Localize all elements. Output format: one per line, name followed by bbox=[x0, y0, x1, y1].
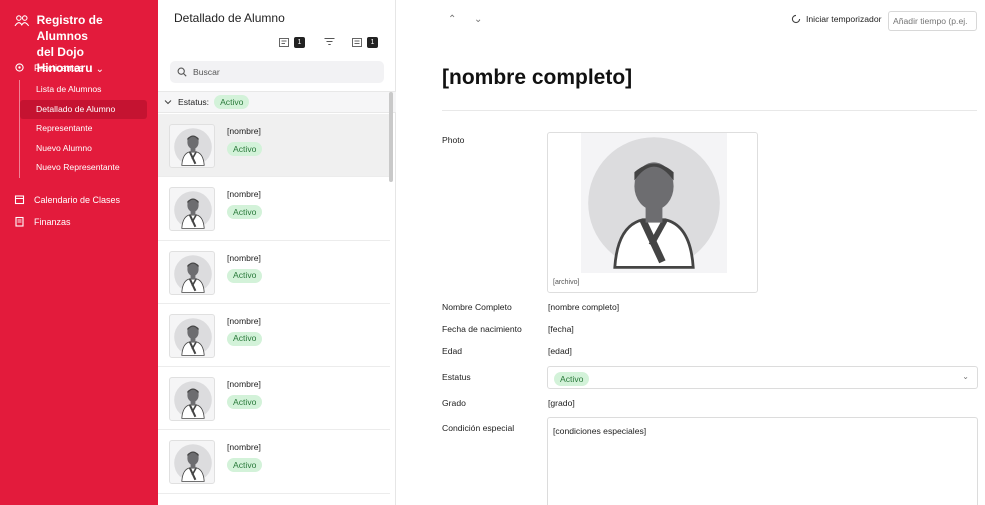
search-icon bbox=[177, 67, 187, 77]
list-item[interactable]: [nombre] Activo bbox=[158, 241, 390, 304]
fecha-value[interactable]: [fecha] bbox=[548, 324, 574, 334]
add-time-input[interactable] bbox=[888, 11, 977, 31]
status-badge: Activo bbox=[227, 268, 263, 283]
photo-file-name: [archivo] bbox=[553, 279, 580, 286]
sidebar-item-lista-alumnos[interactable]: Lista de Alumnos bbox=[20, 80, 147, 100]
avatar bbox=[169, 250, 215, 295]
group-button[interactable]: 1 bbox=[352, 37, 378, 48]
list-item[interactable]: [nombre] Activo bbox=[158, 114, 390, 178]
sort-count-badge: 1 bbox=[294, 37, 305, 48]
timer-icon bbox=[791, 14, 801, 24]
photo-field[interactable]: [archivo] bbox=[547, 132, 758, 293]
filter-count-badge: 1 bbox=[367, 37, 378, 48]
status-badge: Activo bbox=[227, 458, 263, 473]
start-timer-button[interactable]: Iniciar temporizador bbox=[791, 14, 881, 24]
status-badge: Activo bbox=[227, 205, 263, 220]
nombre-value[interactable]: [nombre completo] bbox=[548, 302, 619, 312]
record-navigation: ⌃ ⌄ bbox=[448, 14, 500, 25]
edad-label: Edad bbox=[442, 346, 463, 356]
group-icon bbox=[352, 38, 362, 47]
list-item-name: [nombre] bbox=[227, 442, 261, 453]
status-badge: Activo bbox=[227, 331, 263, 346]
list-item-name: [nombre] bbox=[227, 126, 261, 136]
sidebar: Registro de Alumnos del Dojo Hinomaru ⌄ P… bbox=[0, 0, 158, 505]
sidebar-item-nuevo-alumno[interactable]: Nuevo Alumno bbox=[20, 139, 147, 159]
avatar bbox=[169, 440, 215, 485]
list-item-name: [nombre] bbox=[227, 189, 261, 200]
sort-button[interactable]: 1 bbox=[279, 37, 305, 48]
previous-record-button[interactable]: ⌃ bbox=[448, 14, 474, 25]
search-placeholder: Buscar bbox=[193, 67, 220, 77]
filter-button[interactable] bbox=[324, 37, 335, 46]
nombre-label: Nombre Completo bbox=[442, 302, 512, 312]
chevron-down-icon bbox=[164, 100, 172, 105]
condicion-textarea[interactable]: [condiciones especiales] bbox=[547, 417, 978, 505]
condicion-value: [condiciones especiales] bbox=[553, 426, 647, 436]
list-item[interactable]: [nombre] Activo bbox=[158, 304, 390, 368]
avatar bbox=[169, 377, 215, 422]
sidebar-sub-list: Lista de Alumnos Detallado de Alumno Rep… bbox=[19, 80, 147, 178]
list-scrollbar[interactable] bbox=[389, 92, 393, 182]
calendar-icon bbox=[14, 195, 25, 205]
grado-value[interactable]: [grado] bbox=[548, 398, 575, 408]
grado-label: Grado bbox=[442, 398, 466, 408]
record-list-panel: Detallado de Alumno 1 1 Buscar Estatus: … bbox=[158, 0, 396, 505]
status-badge: Activo bbox=[554, 372, 590, 386]
sort-icon bbox=[279, 38, 289, 47]
list-item[interactable]: [nombre] Activo bbox=[158, 177, 390, 241]
filter-icon bbox=[324, 38, 335, 45]
avatar bbox=[169, 187, 215, 232]
sidebar-section-calendario[interactable]: Calendario de Clases bbox=[14, 194, 120, 205]
photo-preview bbox=[581, 133, 727, 273]
avatar bbox=[169, 124, 215, 168]
fecha-label: Fecha de nacimiento bbox=[442, 324, 522, 334]
timer-label: Iniciar temporizador bbox=[806, 14, 882, 24]
condicion-label: Condición especial bbox=[442, 423, 515, 433]
edad-value[interactable]: [edad] bbox=[548, 346, 572, 356]
sidebar-item-detallado-alumno[interactable]: Detallado de Alumno bbox=[20, 99, 147, 119]
chevron-down-icon: ⌄ bbox=[95, 64, 105, 75]
record-list: [nombre] Activo [nombre] Activo [nombre]… bbox=[158, 114, 390, 494]
sidebar-section-practicantes[interactable]: Practicantes bbox=[14, 62, 84, 73]
estatus-label: Estatus bbox=[442, 372, 471, 382]
list-item-name: [nombre] bbox=[227, 315, 261, 326]
estatus-select[interactable]: Activo ⌄ bbox=[547, 366, 978, 389]
record-title: [nombre completo] bbox=[442, 66, 633, 89]
list-item[interactable]: [nombre] Activo bbox=[158, 430, 390, 494]
document-icon bbox=[15, 216, 24, 227]
people-icon bbox=[14, 15, 30, 27]
group-header[interactable]: Estatus: Activo bbox=[158, 91, 396, 113]
status-badge: Activo bbox=[227, 395, 263, 410]
group-status-badge: Activo bbox=[214, 95, 250, 109]
sidebar-section-finanzas[interactable]: Finanzas bbox=[14, 216, 71, 227]
next-record-button[interactable]: ⌄ bbox=[474, 14, 500, 25]
list-item-name: [nombre] bbox=[227, 252, 261, 263]
sidebar-item-nuevo-representante[interactable]: Nuevo Representante bbox=[20, 158, 147, 178]
sidebar-item-representante[interactable]: Representante bbox=[20, 119, 147, 139]
record-detail: ⌃ ⌄ Iniciar temporizador [nombre complet… bbox=[396, 0, 985, 505]
cog-icon bbox=[15, 63, 24, 72]
list-panel-title: Detallado de Alumno bbox=[174, 11, 285, 25]
group-label: Estatus: bbox=[178, 97, 210, 107]
title-divider bbox=[442, 110, 977, 111]
search-input[interactable]: Buscar bbox=[170, 61, 384, 83]
avatar bbox=[169, 313, 215, 358]
chevron-down-icon: ⌄ bbox=[962, 372, 969, 381]
status-badge: Activo bbox=[227, 142, 263, 156]
photo-label: Photo bbox=[442, 135, 465, 145]
list-item-name: [nombre] bbox=[227, 379, 261, 390]
list-item[interactable]: [nombre] Activo bbox=[158, 367, 390, 431]
